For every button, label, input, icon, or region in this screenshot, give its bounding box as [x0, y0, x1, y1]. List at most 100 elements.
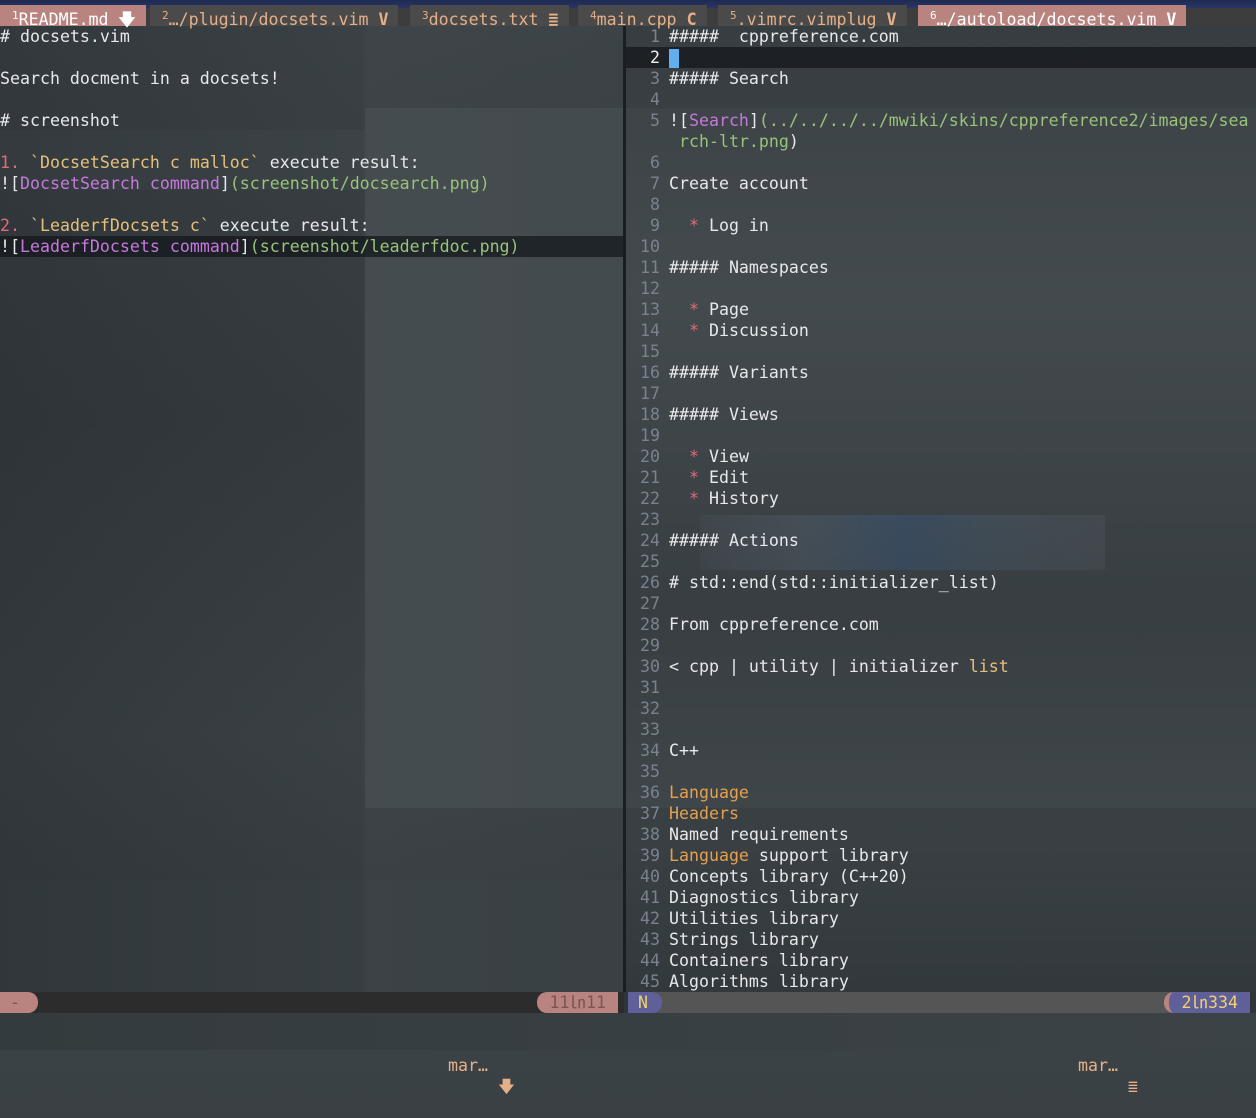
- tab-1[interactable]: 1README.md 🡇: [0, 5, 146, 29]
- tab-number: 5: [730, 9, 737, 22]
- text-line[interactable]: 12: [626, 278, 1256, 299]
- text-segment: < cpp | utility | initializer: [669, 657, 969, 676]
- line-number: 36: [640, 783, 660, 802]
- text-line[interactable]: 7 Create account: [626, 173, 1256, 194]
- text-line[interactable]: 19: [626, 425, 1256, 446]
- text-line[interactable]: 36 Language: [626, 782, 1256, 803]
- text-segment: Utilities library: [669, 909, 839, 928]
- text-line[interactable]: 32: [626, 698, 1256, 719]
- text-line[interactable]: ![DocsetSearch command](screenshot/docse…: [0, 173, 623, 194]
- tab-number: 3: [422, 9, 429, 22]
- text-line[interactable]: 35: [626, 761, 1256, 782]
- text-line[interactable]: 17: [626, 383, 1256, 404]
- text-line[interactable]: 29: [626, 635, 1256, 656]
- text-line[interactable]: # screenshot: [0, 110, 623, 131]
- text-line[interactable]: [0, 47, 623, 68]
- text-line[interactable]: 14 * Discussion: [626, 320, 1256, 341]
- tab-6[interactable]: 6…/autoload/docsets.vim V: [918, 5, 1187, 29]
- text-line[interactable]: 22 * History: [626, 488, 1256, 509]
- text-line[interactable]: 28 From cppreference.com: [626, 614, 1256, 635]
- text-line[interactable]: 37 Headers: [626, 803, 1256, 824]
- line-number: 19: [640, 426, 660, 445]
- text-line[interactable]: [0, 131, 623, 152]
- text-line[interactable]: 23: [626, 509, 1256, 530]
- tab-5[interactable]: 5.vimrc.vimplug V: [718, 5, 907, 29]
- line-number: 43: [640, 930, 660, 949]
- text-line[interactable]: 9 * Log in: [626, 215, 1256, 236]
- filetype-icon: 🡇: [118, 10, 136, 29]
- text-line[interactable]: 3 ##### Search: [626, 68, 1256, 89]
- text-segment: *: [669, 447, 709, 466]
- text-line[interactable]: 42 Utilities library: [626, 908, 1256, 929]
- text-line[interactable]: 16 ##### Variants: [626, 362, 1256, 383]
- text-line[interactable]: 30 < cpp | utility | initializer list: [626, 656, 1256, 677]
- tab-label: main.cpp: [596, 10, 677, 29]
- text-segment: ): [788, 132, 799, 151]
- text-line[interactable]: 25: [626, 551, 1256, 572]
- text-line[interactable]: 13 * Page: [626, 299, 1256, 320]
- text-segment: Language: [669, 846, 749, 865]
- command-line[interactable]: [0, 1013, 1256, 1050]
- text-segment: LeaderfDocsets command: [20, 237, 240, 256]
- text-line[interactable]: 41 Diagnostics library: [626, 887, 1256, 908]
- text-line[interactable]: 1. `DocsetSearch c malloc` execute resul…: [0, 152, 623, 173]
- text-line[interactable]: 21 * Edit: [626, 467, 1256, 488]
- text-line[interactable]: 20 * View: [626, 446, 1256, 467]
- text-line[interactable]: 5 ![Search](../../../../mwiki/skins/cppre…: [626, 110, 1256, 131]
- text-segment: ]: [748, 111, 759, 130]
- text-line[interactable]: Search docment in a docsets!: [0, 68, 623, 89]
- text-segment: Named requirements: [669, 825, 849, 844]
- text-line[interactable]: 40 Concepts library (C++20): [626, 866, 1256, 887]
- text-line[interactable]: 24 ##### Actions: [626, 530, 1256, 551]
- text-line[interactable]: 4: [626, 89, 1256, 110]
- text-line[interactable]: 43 Strings library: [626, 929, 1256, 950]
- tab-2[interactable]: 2…/plugin/docsets.vim V: [150, 5, 399, 29]
- tab-3[interactable]: 3docsets.txt ≣: [410, 5, 569, 29]
- text-line[interactable]: 39 Language support library: [626, 845, 1256, 866]
- mode-indicator: -: [0, 992, 38, 1013]
- text-line[interactable]: 11 ##### Namespaces: [626, 257, 1256, 278]
- text-segment: ##### Variants: [669, 363, 809, 382]
- text-segment: Discussion: [708, 321, 809, 340]
- text-line[interactable]: 26 # std::end(std::initializer_list): [626, 572, 1256, 593]
- text-segment: 2.: [0, 216, 30, 235]
- text-line[interactable]: 10: [626, 236, 1256, 257]
- text-segment: ]: [239, 237, 250, 256]
- text-line[interactable]: # docsets.vim: [0, 26, 623, 47]
- text-line[interactable]: rch-ltr.png): [626, 131, 1256, 152]
- text-line[interactable]: 15: [626, 341, 1256, 362]
- status-line-left: - README.md mar… 🡇 11㏑11: [0, 992, 624, 1096]
- text-segment: Search: [688, 111, 749, 130]
- tab-4[interactable]: 4main.cpp C: [578, 5, 707, 29]
- text-line[interactable]: 38 Named requirements: [626, 824, 1256, 845]
- text-segment: Headers: [669, 804, 739, 823]
- text-line[interactable]: 6: [626, 152, 1256, 173]
- text-line[interactable]: 8: [626, 194, 1256, 215]
- text-line[interactable]: 1 ##### cppreference.com: [626, 26, 1256, 47]
- status-filetype: mar…: [448, 1056, 488, 1075]
- text-line[interactable]: 2: [626, 47, 1256, 68]
- text-line[interactable]: 45 Algorithms library: [626, 971, 1256, 992]
- left-editor-pane[interactable]: # docsets.vim Search docment in a docsets…: [0, 26, 623, 992]
- text-line[interactable]: 27: [626, 593, 1256, 614]
- text-segment: !: [0, 237, 10, 256]
- line-number: 17: [640, 384, 660, 403]
- line-number: 2: [650, 48, 660, 67]
- text-line[interactable]: 33: [626, 719, 1256, 740]
- text-line[interactable]: ![LeaderfDocsets command](screenshot/lea…: [0, 236, 623, 257]
- text-line[interactable]: 34 C++: [626, 740, 1256, 761]
- text-line[interactable]: 31: [626, 677, 1256, 698]
- text-line[interactable]: [0, 89, 623, 110]
- tab-label: README.md: [18, 10, 109, 29]
- text-line[interactable]: [0, 194, 623, 215]
- text-segment: From cppreference.com: [669, 615, 879, 634]
- line-number: 10: [640, 237, 660, 256]
- text-line[interactable]: 2. `LeaderfDocsets c` execute result:: [0, 215, 623, 236]
- text-segment: support library: [748, 846, 909, 865]
- text-line[interactable]: 44 Containers library: [626, 950, 1256, 971]
- right-editor-pane[interactable]: 1 ##### cppreference.com 2 3 ##### Search 4 5!…: [626, 26, 1256, 992]
- line-number: 8: [650, 195, 660, 214]
- tab-label: …/autoload/docsets.vim: [936, 10, 1157, 29]
- text-line[interactable]: 18 ##### Views: [626, 404, 1256, 425]
